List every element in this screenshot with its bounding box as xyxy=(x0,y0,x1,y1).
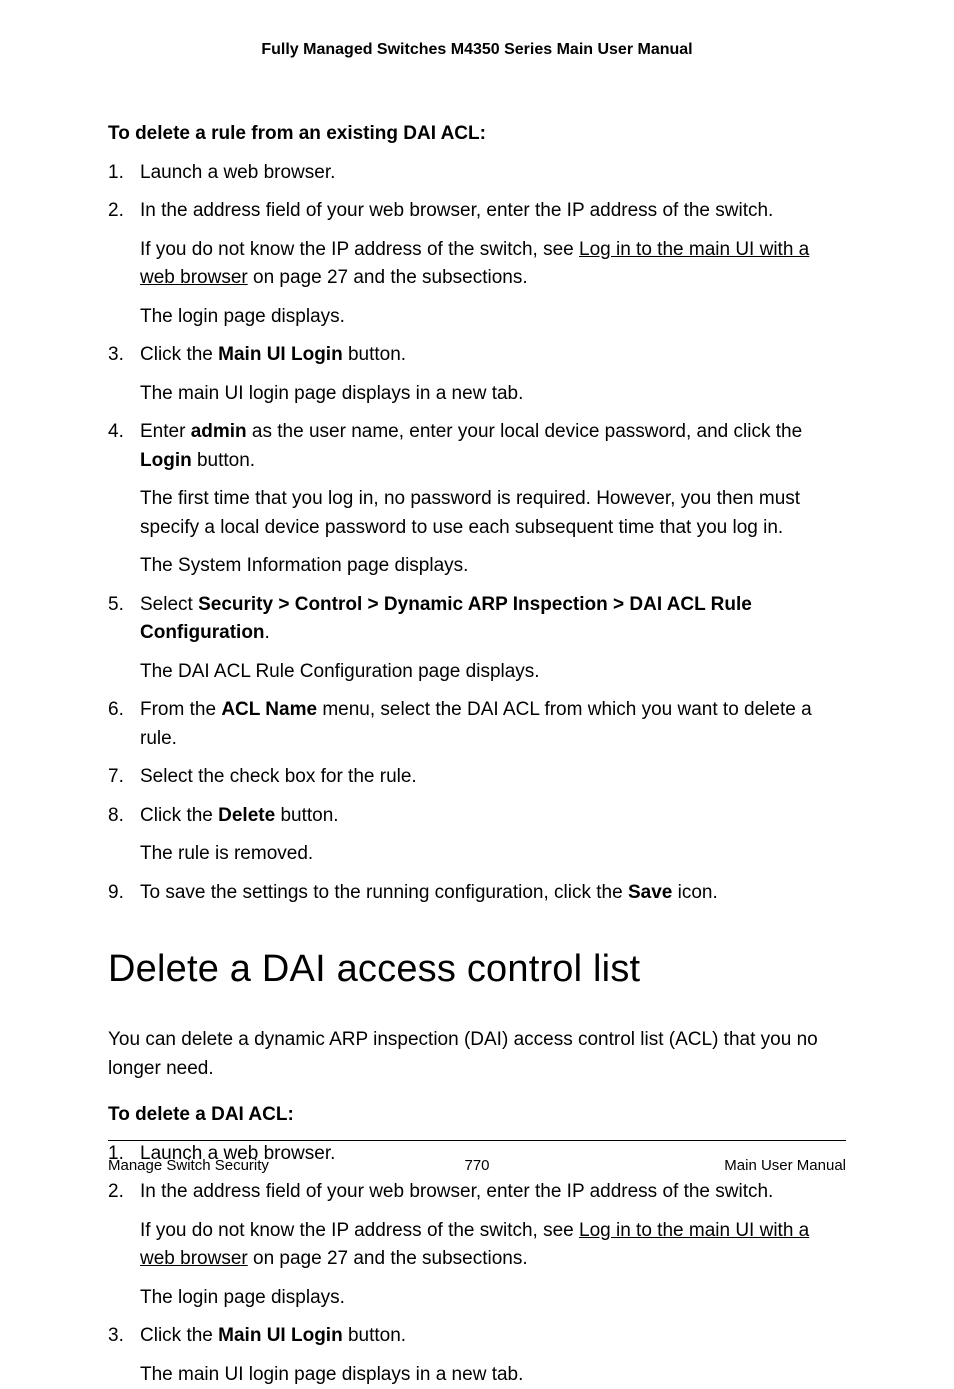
footer-divider xyxy=(108,1140,846,1141)
step-text: The login page displays. xyxy=(140,306,345,327)
step-1: Launch a web browser. xyxy=(108,159,846,188)
step-text: button. xyxy=(192,450,255,471)
step-text: as the user name, enter your local devic… xyxy=(247,421,803,442)
step-text: To save the settings to the running conf… xyxy=(140,882,628,903)
step-text: on page 27 and the subsections. xyxy=(248,267,528,288)
step-2: In the address field of your web browser… xyxy=(108,1178,846,1312)
page-number: 770 xyxy=(464,1155,489,1178)
step-text: Click the xyxy=(140,344,218,365)
step-text: From the xyxy=(140,699,221,720)
step-text: Select xyxy=(140,594,198,615)
step-text: In the address field of your web browser… xyxy=(140,200,773,221)
ui-label: Main UI Login xyxy=(218,1325,343,1346)
step-text: Click the xyxy=(140,805,218,826)
footer-left: Manage Switch Security xyxy=(108,1155,269,1178)
step-text: on page 27 and the subsections. xyxy=(248,1248,528,1269)
step-6: From the ACL Name menu, select the DAI A… xyxy=(108,696,846,753)
ui-label: admin xyxy=(191,421,247,442)
section1-steps: Launch a web browser. In the address fie… xyxy=(108,159,846,908)
ui-nav-path: Security > Control > Dynamic ARP Inspect… xyxy=(140,594,752,644)
step-8: Click the Delete button. The rule is rem… xyxy=(108,802,846,869)
ui-label: Login xyxy=(140,450,192,471)
step-text: The System Information page displays. xyxy=(140,555,468,576)
step-text: Select the check box for the rule. xyxy=(140,766,417,787)
step-text: The main UI login page displays in a new… xyxy=(140,383,523,404)
step-4: Enter admin as the user name, enter your… xyxy=(108,418,846,581)
ui-label: Main UI Login xyxy=(218,344,343,365)
doc-header: Fully Managed Switches M4350 Series Main… xyxy=(108,38,846,62)
step-text: If you do not know the IP address of the… xyxy=(140,239,579,260)
step-text: If you do not know the IP address of the… xyxy=(140,1220,579,1241)
step-3: Click the Main UI Login button. The main… xyxy=(108,1322,846,1389)
step-text: Enter xyxy=(140,421,191,442)
step-text: . xyxy=(265,622,270,643)
step-text: The login page displays. xyxy=(140,1287,345,1308)
step-text: icon. xyxy=(672,882,717,903)
step-text: Click the xyxy=(140,1325,218,1346)
ui-label: Delete xyxy=(218,805,275,826)
step-text: button. xyxy=(275,805,338,826)
page-footer: Manage Switch Security 770 Main User Man… xyxy=(108,1140,846,1178)
step-text: button. xyxy=(343,1325,406,1346)
step-7: Select the check box for the rule. xyxy=(108,763,846,792)
step-text: The first time that you log in, no passw… xyxy=(140,488,800,538)
step-text: Launch a web browser. xyxy=(140,162,335,183)
step-text: In the address field of your web browser… xyxy=(140,1181,773,1202)
footer-right: Main User Manual xyxy=(724,1155,846,1178)
section2-heading: To delete a DAI ACL: xyxy=(108,1101,846,1130)
step-9: To save the settings to the running conf… xyxy=(108,879,846,908)
step-text: The DAI ACL Rule Configuration page disp… xyxy=(140,661,540,682)
step-5: Select Security > Control > Dynamic ARP … xyxy=(108,591,846,687)
section1-heading: To delete a rule from an existing DAI AC… xyxy=(108,120,846,149)
step-2: In the address field of your web browser… xyxy=(108,197,846,331)
step-3: Click the Main UI Login button. The main… xyxy=(108,341,846,408)
section2-title: Delete a DAI access control list xyxy=(108,941,846,998)
step-text: The rule is removed. xyxy=(140,843,313,864)
step-text: button. xyxy=(343,344,406,365)
section2-intro: You can delete a dynamic ARP inspection … xyxy=(108,1026,846,1083)
ui-label: ACL Name xyxy=(221,699,317,720)
ui-label: Save xyxy=(628,882,672,903)
step-text: The main UI login page displays in a new… xyxy=(140,1364,523,1385)
